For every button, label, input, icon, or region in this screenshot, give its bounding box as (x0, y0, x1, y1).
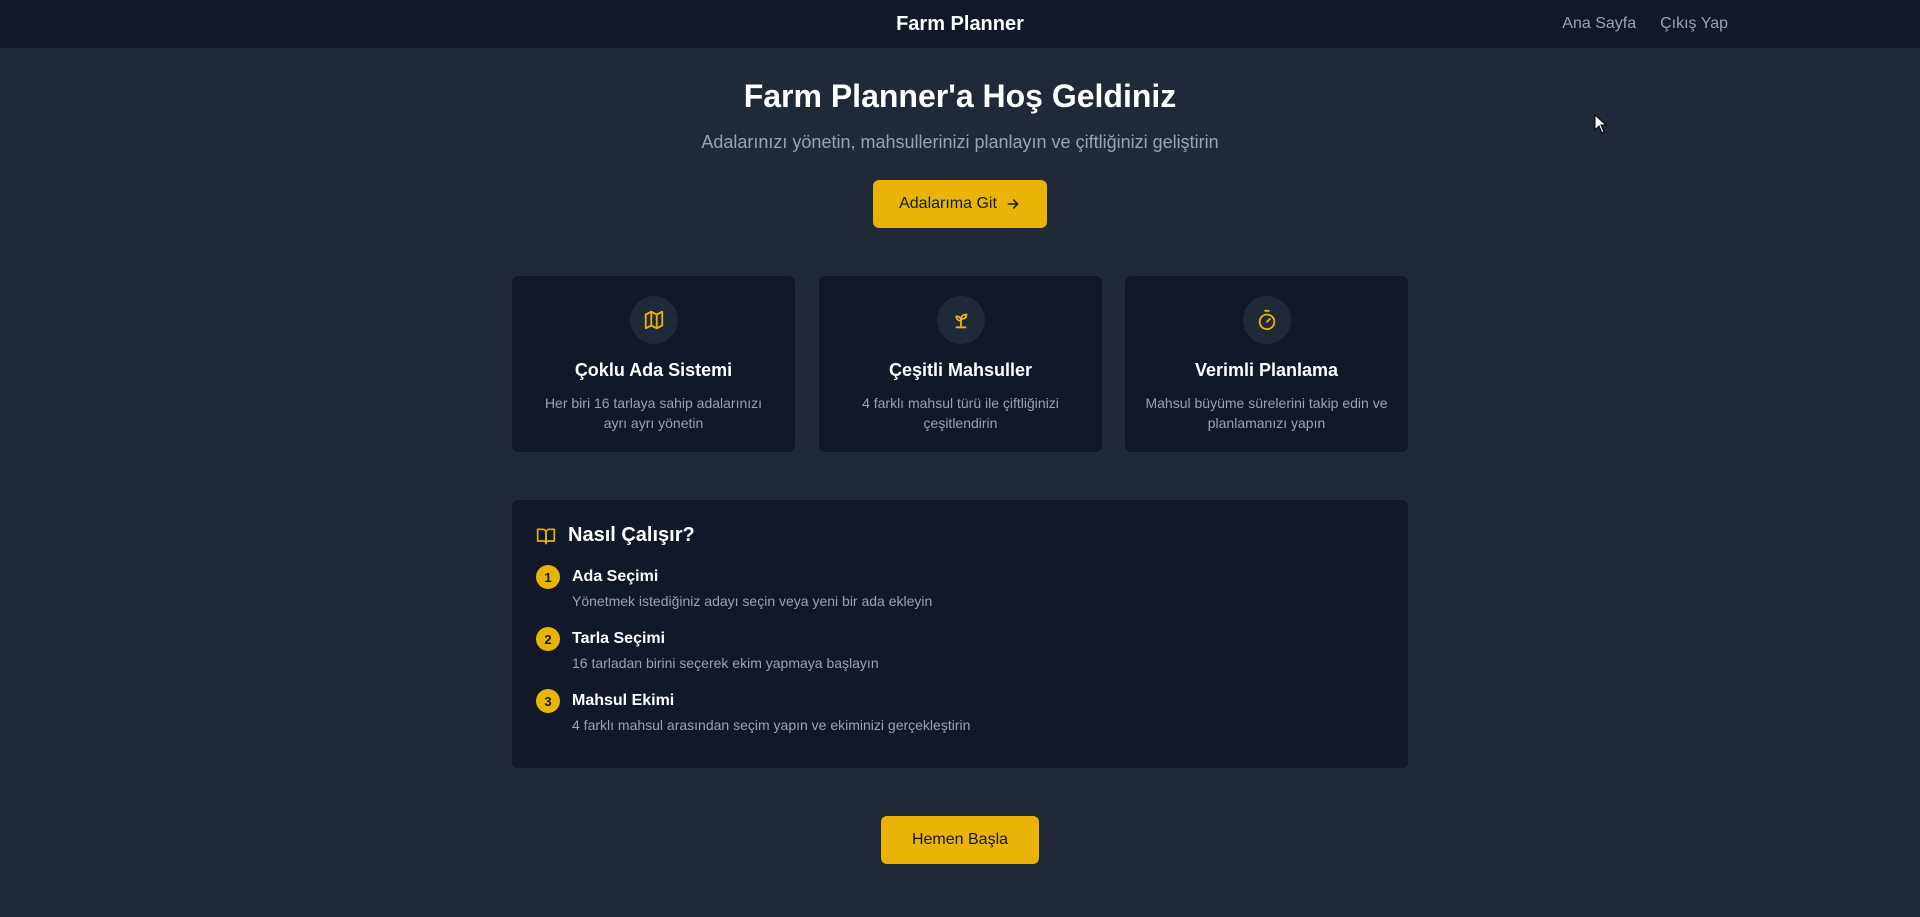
feature-title: Çoklu Ada Sistemi (574, 360, 733, 380)
feature-description: Her biri 16 tarlaya sahip adalarınızı ay… (544, 395, 763, 431)
top-navbar: Farm Planner Ana Sayfa Çıkış Yap (0, 0, 1920, 48)
page-title: Farm Planner'a Hoş Geldiniz (743, 78, 1177, 114)
feature-card-multi-island: Çoklu Ada Sistemi Her biri 16 tarlaya sa… (512, 276, 795, 452)
step-title: Ada Seçimi (572, 568, 659, 585)
step-description: Yönetmek istediğiniz adayı seçin veya ye… (572, 593, 933, 609)
feature-title: Verimli Planlama (1194, 360, 1339, 380)
feature-description: Mahsul büyüme sürelerini takip edin ve p… (1145, 395, 1388, 431)
feature-icon-circle (629, 296, 678, 344)
step-item: 1 Ada Seçimi Yönetmek istediğiniz adayı … (536, 565, 1384, 609)
map-icon (644, 310, 663, 330)
go-to-islands-label: Adalarıma Git (899, 195, 997, 212)
nav-link-logout[interactable]: Çıkış Yap (1660, 15, 1728, 33)
step-description: 4 farklı mahsul arasından seçim yapın ve… (572, 717, 971, 733)
feature-card-planning: Verimli Planlama Mahsul büyüme sürelerin… (1125, 276, 1408, 452)
page-subtitle: Adalarınızı yönetin, mahsullerinizi plan… (701, 132, 1219, 152)
feature-description: 4 farklı mahsul türü ile çiftliğinizi çe… (862, 395, 1059, 431)
step-description: 16 tarladan birini seçerek ekim yapmaya … (572, 655, 879, 671)
start-now-button[interactable]: Hemen Başla (881, 816, 1039, 864)
mouse-cursor-icon (1594, 114, 1608, 134)
feature-icon-circle (1242, 296, 1291, 344)
nav-links: Ana Sayfa Çıkış Yap (1562, 0, 1728, 48)
how-it-works-panel: Nasıl Çalışır? 1 Ada Seçimi Yönetmek ist… (512, 500, 1408, 768)
step-number-badge: 3 (536, 689, 560, 713)
step-title: Tarla Seçimi (572, 630, 666, 647)
nav-link-home[interactable]: Ana Sayfa (1562, 15, 1636, 33)
step-item: 3 Mahsul Ekimi 4 farklı mahsul arasından… (536, 689, 1384, 733)
book-open-icon (536, 528, 556, 544)
sprout-icon (955, 313, 967, 329)
step-number-badge: 1 (536, 565, 560, 589)
how-it-works-header: Nasıl Çalışır? (536, 524, 1384, 547)
arrow-right-icon (1007, 199, 1019, 209)
step-number-badge: 2 (536, 627, 560, 651)
how-it-works-title: Nasıl Çalışır? (568, 524, 695, 546)
go-to-islands-button[interactable]: Adalarıma Git (873, 180, 1047, 228)
feature-title: Çeşitli Mahsuller (888, 360, 1033, 380)
feature-card-crops: Çeşitli Mahsuller 4 farklı mahsul türü i… (819, 276, 1102, 452)
step-title: Mahsul Ekimi (572, 692, 675, 709)
timer-icon (1258, 309, 1275, 331)
step-item: 2 Tarla Seçimi 16 tarladan birini seçere… (536, 627, 1384, 671)
feature-icon-circle (936, 296, 985, 344)
